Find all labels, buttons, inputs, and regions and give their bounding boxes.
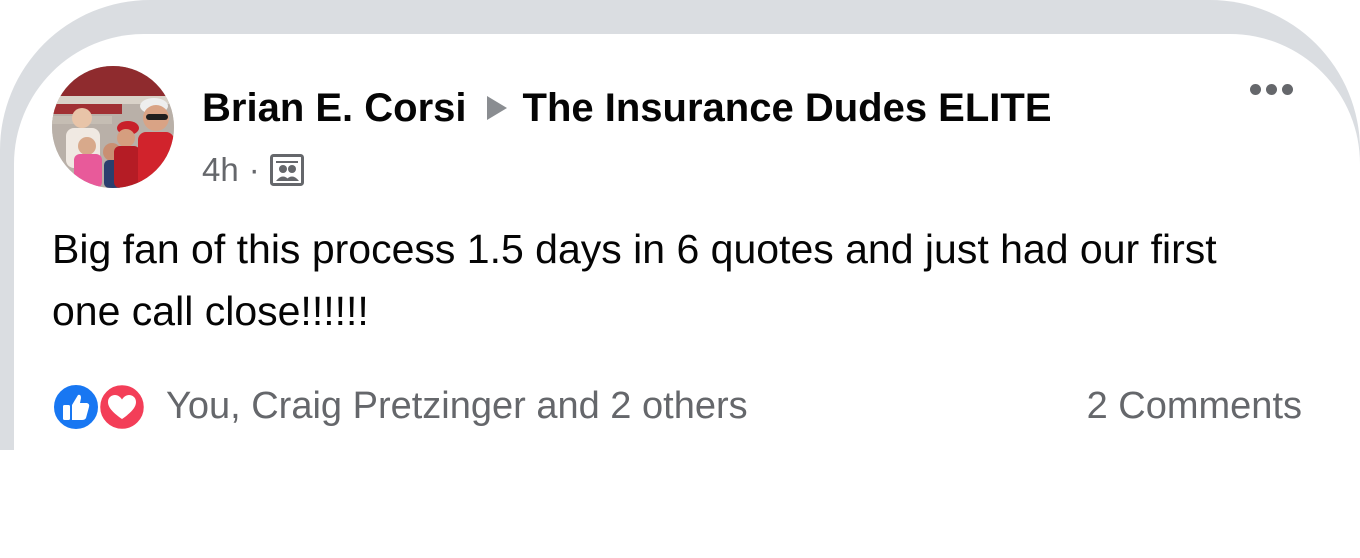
avatar-photo [52,66,174,188]
post-body-text: Big fan of this process 1.5 days in 6 qu… [52,226,1217,334]
author-name[interactable]: Brian E. Corsi [202,86,467,131]
love-icon [98,383,146,431]
post-timestamp[interactable]: 4h [202,151,239,189]
author-avatar[interactable] [52,66,174,188]
post-header: Brian E. Corsi The Insurance Dudes ELITE [202,82,1052,134]
right-arrow-icon [486,96,507,120]
post-meta: 4h · [202,148,304,192]
comments-count-link[interactable]: 2 Comments [1087,385,1302,428]
more-options-icon[interactable] [1250,84,1293,95]
like-icon [52,383,100,431]
reaction-icons[interactable] [52,380,152,432]
group-name[interactable]: The Insurance Dudes ELITE [523,86,1052,131]
meta-separator: · [248,151,260,188]
group-members-icon [269,154,304,186]
reactions-summary-text[interactable]: You, Craig Pretzinger and 2 others [166,385,748,428]
reaction-summary-bar: You, Craig Pretzinger and 2 others 2 Com… [52,378,1302,434]
